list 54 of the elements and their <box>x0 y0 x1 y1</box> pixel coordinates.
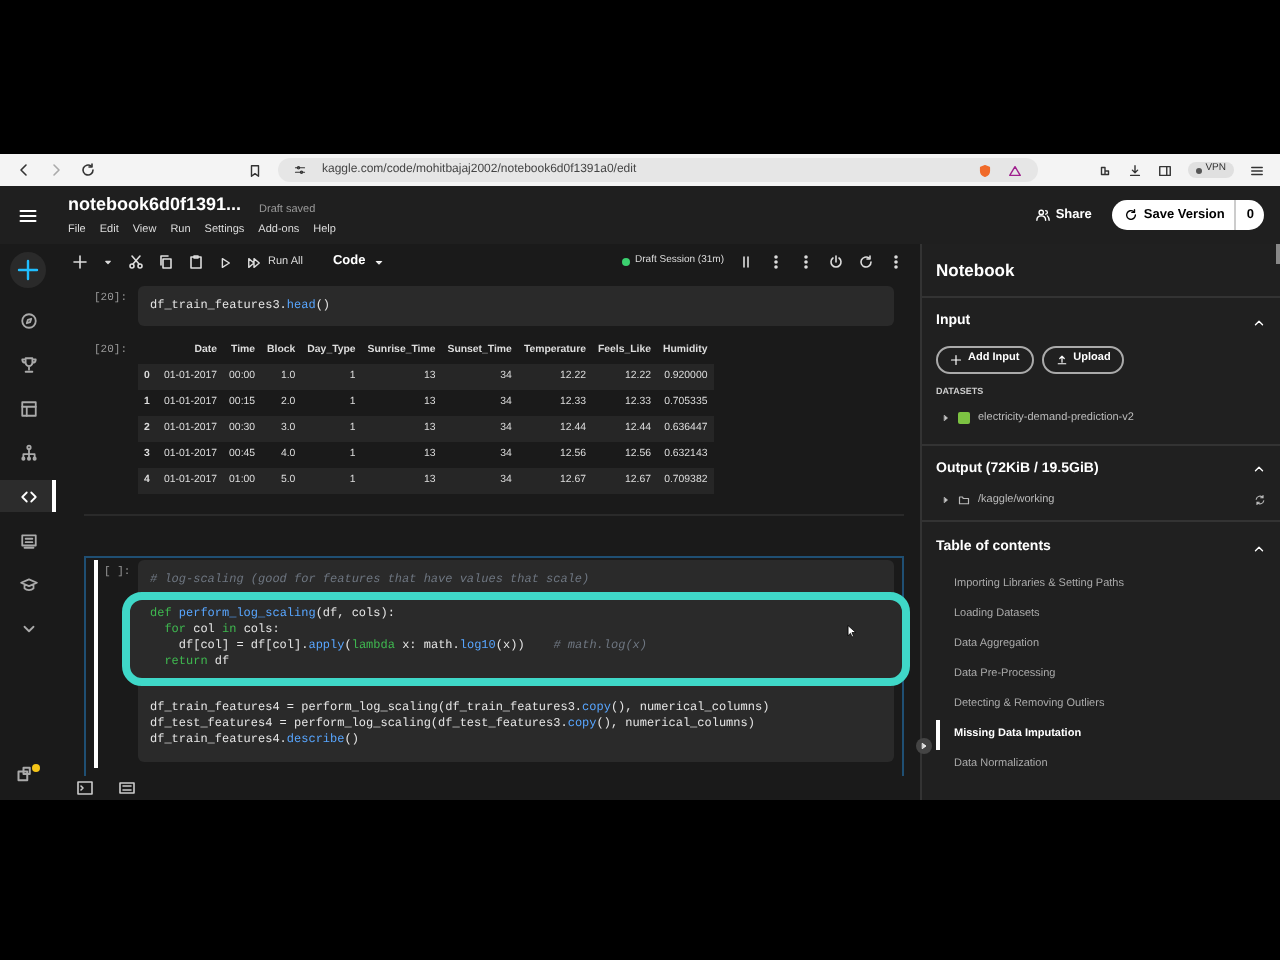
keyboard-icon[interactable] <box>118 780 136 796</box>
site-settings-icon <box>294 164 306 176</box>
scissors-icon[interactable] <box>128 254 144 270</box>
menu-icon[interactable] <box>18 205 38 225</box>
fast-forward-icon <box>246 255 262 269</box>
collapse-toggle[interactable] <box>916 738 932 754</box>
more-icon[interactable] <box>798 254 814 270</box>
back-icon[interactable] <box>16 162 32 178</box>
terminal-icon[interactable] <box>76 780 94 796</box>
plus-icon[interactable] <box>72 254 88 270</box>
sidebar-icon[interactable] <box>1157 163 1172 177</box>
people-icon <box>1035 208 1050 222</box>
bookmark-icon[interactable] <box>248 163 262 177</box>
reload-icon[interactable] <box>80 162 96 178</box>
extensions-icon[interactable] <box>1097 163 1112 177</box>
notebook-title[interactable]: notebook6d0f1391... <box>68 191 242 219</box>
table-icon <box>19 399 37 417</box>
chevron-up-icon[interactable] <box>1252 462 1266 477</box>
document-icon <box>19 531 37 549</box>
more-icon[interactable] <box>768 254 784 270</box>
trophy-icon <box>19 355 37 373</box>
refresh-icon <box>1123 208 1138 222</box>
refresh-icon[interactable] <box>858 254 874 270</box>
panel-title: Notebook <box>936 257 1015 283</box>
play-icon[interactable] <box>218 255 232 269</box>
code-icon <box>19 487 37 505</box>
copy-icon[interactable] <box>158 254 174 270</box>
compass-icon <box>19 311 37 329</box>
sync-icon[interactable] <box>1254 494 1266 507</box>
hierarchy-icon <box>19 443 37 461</box>
upload-icon <box>1055 353 1068 365</box>
menu-icon[interactable] <box>1250 163 1264 177</box>
sidebar-item[interactable] <box>0 480 56 512</box>
caret-down-icon <box>373 257 384 267</box>
create-button[interactable] <box>10 252 46 288</box>
power-icon[interactable] <box>828 254 844 270</box>
graduation-cap-icon <box>19 575 37 593</box>
expand-icon[interactable] <box>942 496 950 505</box>
shapes-icon[interactable] <box>16 764 36 784</box>
plus-icon <box>950 353 962 365</box>
play-icon <box>920 742 928 750</box>
scrollbar-thumb[interactable] <box>1276 244 1280 264</box>
chevron-up-icon[interactable] <box>1252 542 1266 556</box>
dataset-icon <box>958 412 970 425</box>
caret-down-icon[interactable] <box>102 256 114 268</box>
more-icon[interactable] <box>888 254 904 270</box>
paste-icon[interactable] <box>188 254 204 270</box>
folder-icon <box>958 494 970 507</box>
plus-icon <box>16 258 40 282</box>
cursor-icon <box>846 623 858 638</box>
expand-icon <box>942 414 950 423</box>
chevron-up-icon[interactable] <box>1252 315 1266 330</box>
download-icon[interactable] <box>1127 163 1142 177</box>
triangle-icon[interactable] <box>1008 163 1022 177</box>
